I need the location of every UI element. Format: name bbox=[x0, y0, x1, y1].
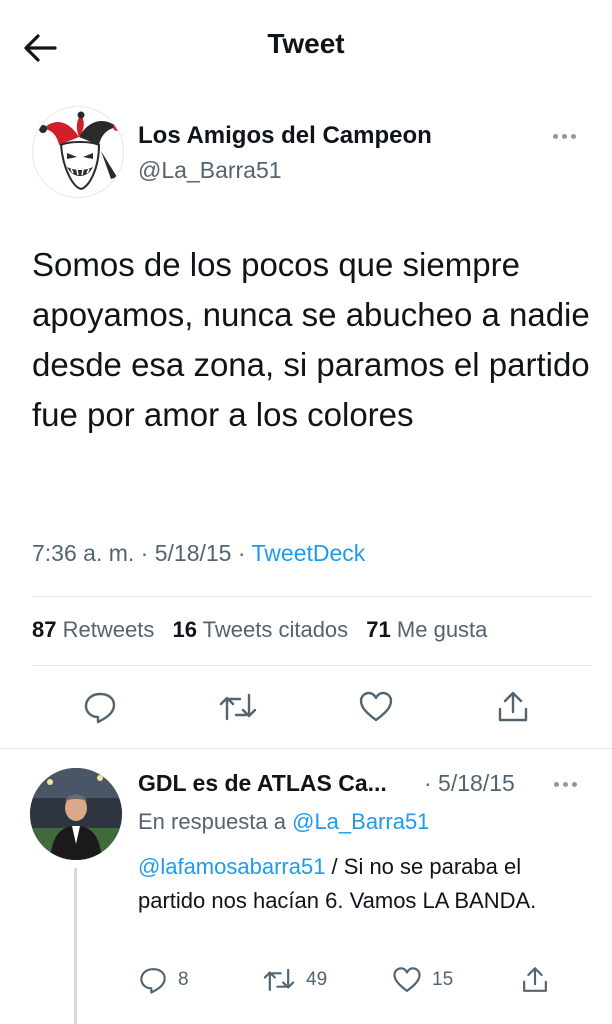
retweets-stat[interactable]: 87 Retweets bbox=[32, 617, 154, 642]
share-icon bbox=[495, 689, 531, 725]
meta-separator: · bbox=[140, 540, 155, 566]
more-icon-dot bbox=[562, 781, 568, 787]
reply-retweet-button[interactable]: 49 bbox=[262, 962, 327, 998]
like-icon bbox=[358, 689, 394, 725]
author-name[interactable]: Los Amigos del Campeon bbox=[138, 122, 432, 150]
retweet-button[interactable] bbox=[218, 687, 258, 727]
reply-button[interactable] bbox=[80, 687, 120, 727]
reply-icon bbox=[138, 965, 168, 995]
like-button[interactable] bbox=[356, 687, 396, 727]
retweet-icon bbox=[262, 965, 296, 995]
avatar[interactable] bbox=[30, 768, 122, 860]
likes-label: Me gusta bbox=[396, 617, 488, 642]
thread-line bbox=[74, 868, 77, 1024]
author-handle[interactable]: @La_Barra51 bbox=[138, 157, 282, 184]
more-icon-dot bbox=[552, 133, 558, 139]
retweet-count: 49 bbox=[306, 969, 328, 990]
quotes-label: Tweets citados bbox=[202, 617, 349, 642]
reply-count: 8 bbox=[178, 969, 189, 990]
tweet-date: 5/18/15 bbox=[154, 540, 232, 566]
person-photo-icon bbox=[30, 768, 122, 860]
more-options-button[interactable] bbox=[546, 124, 582, 148]
retweets-count: 87 bbox=[32, 617, 57, 642]
divider bbox=[32, 596, 592, 597]
share-button[interactable] bbox=[493, 687, 533, 727]
more-icon-dot bbox=[571, 781, 577, 787]
tweet-stats: 87 Retweets 16 Tweets citados 71 Me gust… bbox=[32, 617, 499, 643]
in-reply-to-handle[interactable]: @La_Barra51 bbox=[292, 809, 429, 834]
more-options-button[interactable] bbox=[547, 772, 583, 796]
tweet-text: Somos de los pocos que siempre apoyamos,… bbox=[32, 246, 590, 433]
share-icon bbox=[520, 965, 550, 995]
quotes-stat[interactable]: 16 Tweets citados bbox=[172, 617, 348, 642]
quotes-count: 16 bbox=[172, 617, 197, 642]
more-icon-dot bbox=[570, 133, 576, 139]
more-icon-dot bbox=[553, 781, 559, 787]
divider bbox=[32, 665, 592, 666]
meta-separator: · bbox=[237, 540, 252, 566]
header: Tweet bbox=[0, 0, 612, 92]
tweet-time: 7:36 a. m. bbox=[32, 540, 135, 566]
tweet-source-link[interactable]: TweetDeck bbox=[252, 540, 366, 566]
likes-stat[interactable]: 71 Me gusta bbox=[366, 617, 487, 642]
avatar[interactable] bbox=[32, 106, 124, 198]
retweets-label: Retweets bbox=[62, 617, 155, 642]
divider bbox=[0, 748, 612, 749]
reply-author-name[interactable]: GDL es de ATLAS Ca... bbox=[138, 770, 387, 797]
reply-like-button[interactable]: 15 bbox=[392, 962, 453, 998]
likes-count: 71 bbox=[366, 617, 391, 642]
page-title: Tweet bbox=[267, 28, 345, 59]
joker-logo-icon bbox=[39, 111, 121, 191]
retweet-icon bbox=[218, 689, 258, 725]
in-reply-to: En respuesta a @La_Barra51 bbox=[138, 809, 429, 835]
in-reply-to-label: En respuesta a bbox=[138, 809, 286, 834]
reply-mention[interactable]: @lafamosabarra51 bbox=[138, 854, 325, 879]
like-count: 15 bbox=[432, 969, 454, 990]
like-icon bbox=[392, 965, 422, 995]
reply-text: @lafamosabarra51 / Si no se paraba el pa… bbox=[138, 850, 578, 918]
reply-reply-button[interactable]: 8 bbox=[138, 962, 189, 998]
reply-date: · 5/18/15 bbox=[424, 770, 515, 796]
reply-share-button[interactable] bbox=[520, 962, 550, 998]
tweet-meta: 7:36 a. m. · 5/18/15 · TweetDeck bbox=[32, 540, 365, 567]
more-icon-dot bbox=[561, 133, 567, 139]
reply-icon bbox=[82, 689, 118, 725]
